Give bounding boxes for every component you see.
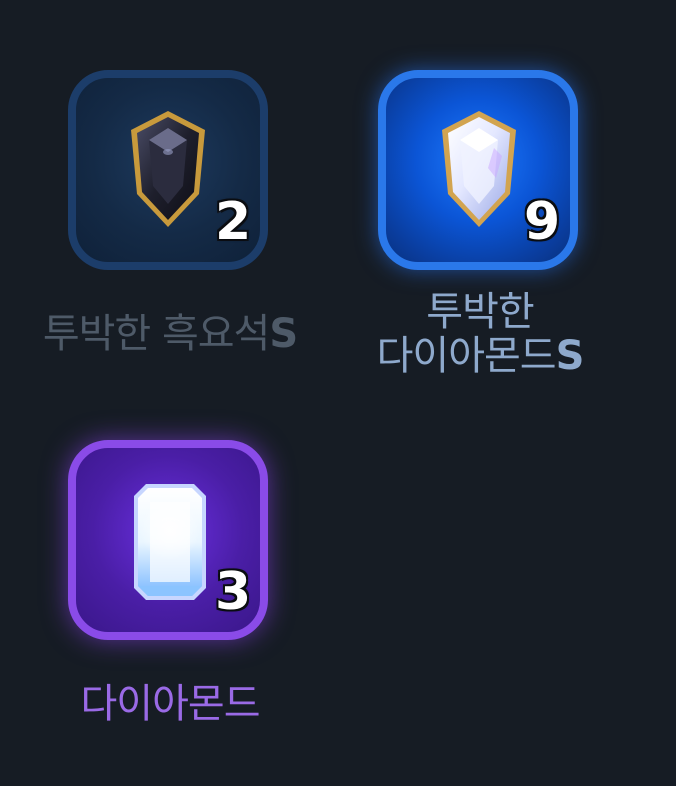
item-name-line1: 투박한 bbox=[426, 289, 534, 335]
item-name: 투박한 다이아몬드S bbox=[330, 290, 630, 378]
item-count: 3 bbox=[213, 562, 252, 622]
item-name-suffix: S bbox=[555, 333, 585, 379]
inventory-item-diamond[interactable]: 3 다이아몬드 bbox=[0, 0, 340, 760]
item-name-line2: 다이아몬드 bbox=[376, 333, 557, 379]
item-name: 다이아몬드 bbox=[80, 681, 261, 727]
item-count: 9 bbox=[522, 192, 561, 252]
clear-diamond-gem-icon bbox=[442, 111, 516, 227]
diamond-crystal-icon bbox=[134, 484, 206, 600]
